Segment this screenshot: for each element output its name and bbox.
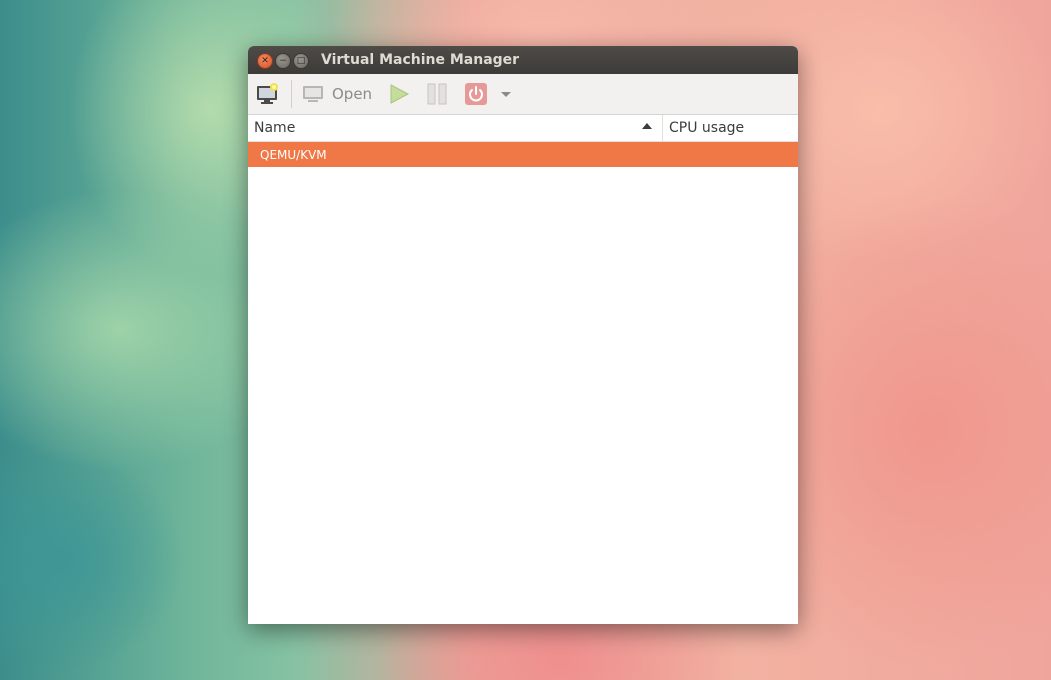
- shutdown-menu-button[interactable]: [500, 89, 512, 99]
- column-header-name[interactable]: Name: [248, 115, 663, 141]
- pause-icon: [427, 83, 447, 105]
- table-row[interactable]: QEMU/KVM: [248, 142, 798, 167]
- close-window-button[interactable]: ✕: [257, 53, 273, 69]
- table-header: Name CPU usage: [248, 115, 798, 142]
- dropdown-arrow-icon: [501, 92, 512, 97]
- toolbar-separator: [291, 80, 292, 108]
- pause-button[interactable]: [426, 83, 448, 105]
- app-window: ✕ − □ Virtual Machine Manager Open Name …: [248, 46, 798, 624]
- shutdown-button[interactable]: [464, 82, 488, 106]
- new-vm-icon: [257, 83, 278, 104]
- open-label: Open: [332, 85, 373, 103]
- column-header-name-label: Name: [254, 120, 296, 136]
- connection-name: QEMU/KVM: [260, 147, 327, 162]
- window-title: Virtual Machine Manager: [321, 52, 520, 68]
- run-button[interactable]: [388, 83, 410, 105]
- monitor-icon: [303, 86, 323, 102]
- title-bar[interactable]: ✕ − □ Virtual Machine Manager: [248, 46, 798, 74]
- column-header-cpu-label: CPU usage: [669, 120, 745, 136]
- minimize-window-button[interactable]: −: [275, 53, 291, 69]
- minimize-icon: −: [279, 55, 287, 66]
- column-header-cpu-usage[interactable]: CPU usage: [663, 115, 798, 141]
- open-button[interactable]: Open: [302, 84, 372, 104]
- maximize-icon: □: [296, 55, 306, 66]
- play-icon: [390, 84, 410, 104]
- close-icon: ✕: [261, 55, 269, 66]
- sort-ascending-icon: [642, 123, 652, 129]
- power-icon: [465, 83, 488, 105]
- toolbar: Open: [248, 74, 798, 115]
- new-vm-button[interactable]: [255, 82, 281, 106]
- maximize-window-button[interactable]: □: [293, 53, 309, 69]
